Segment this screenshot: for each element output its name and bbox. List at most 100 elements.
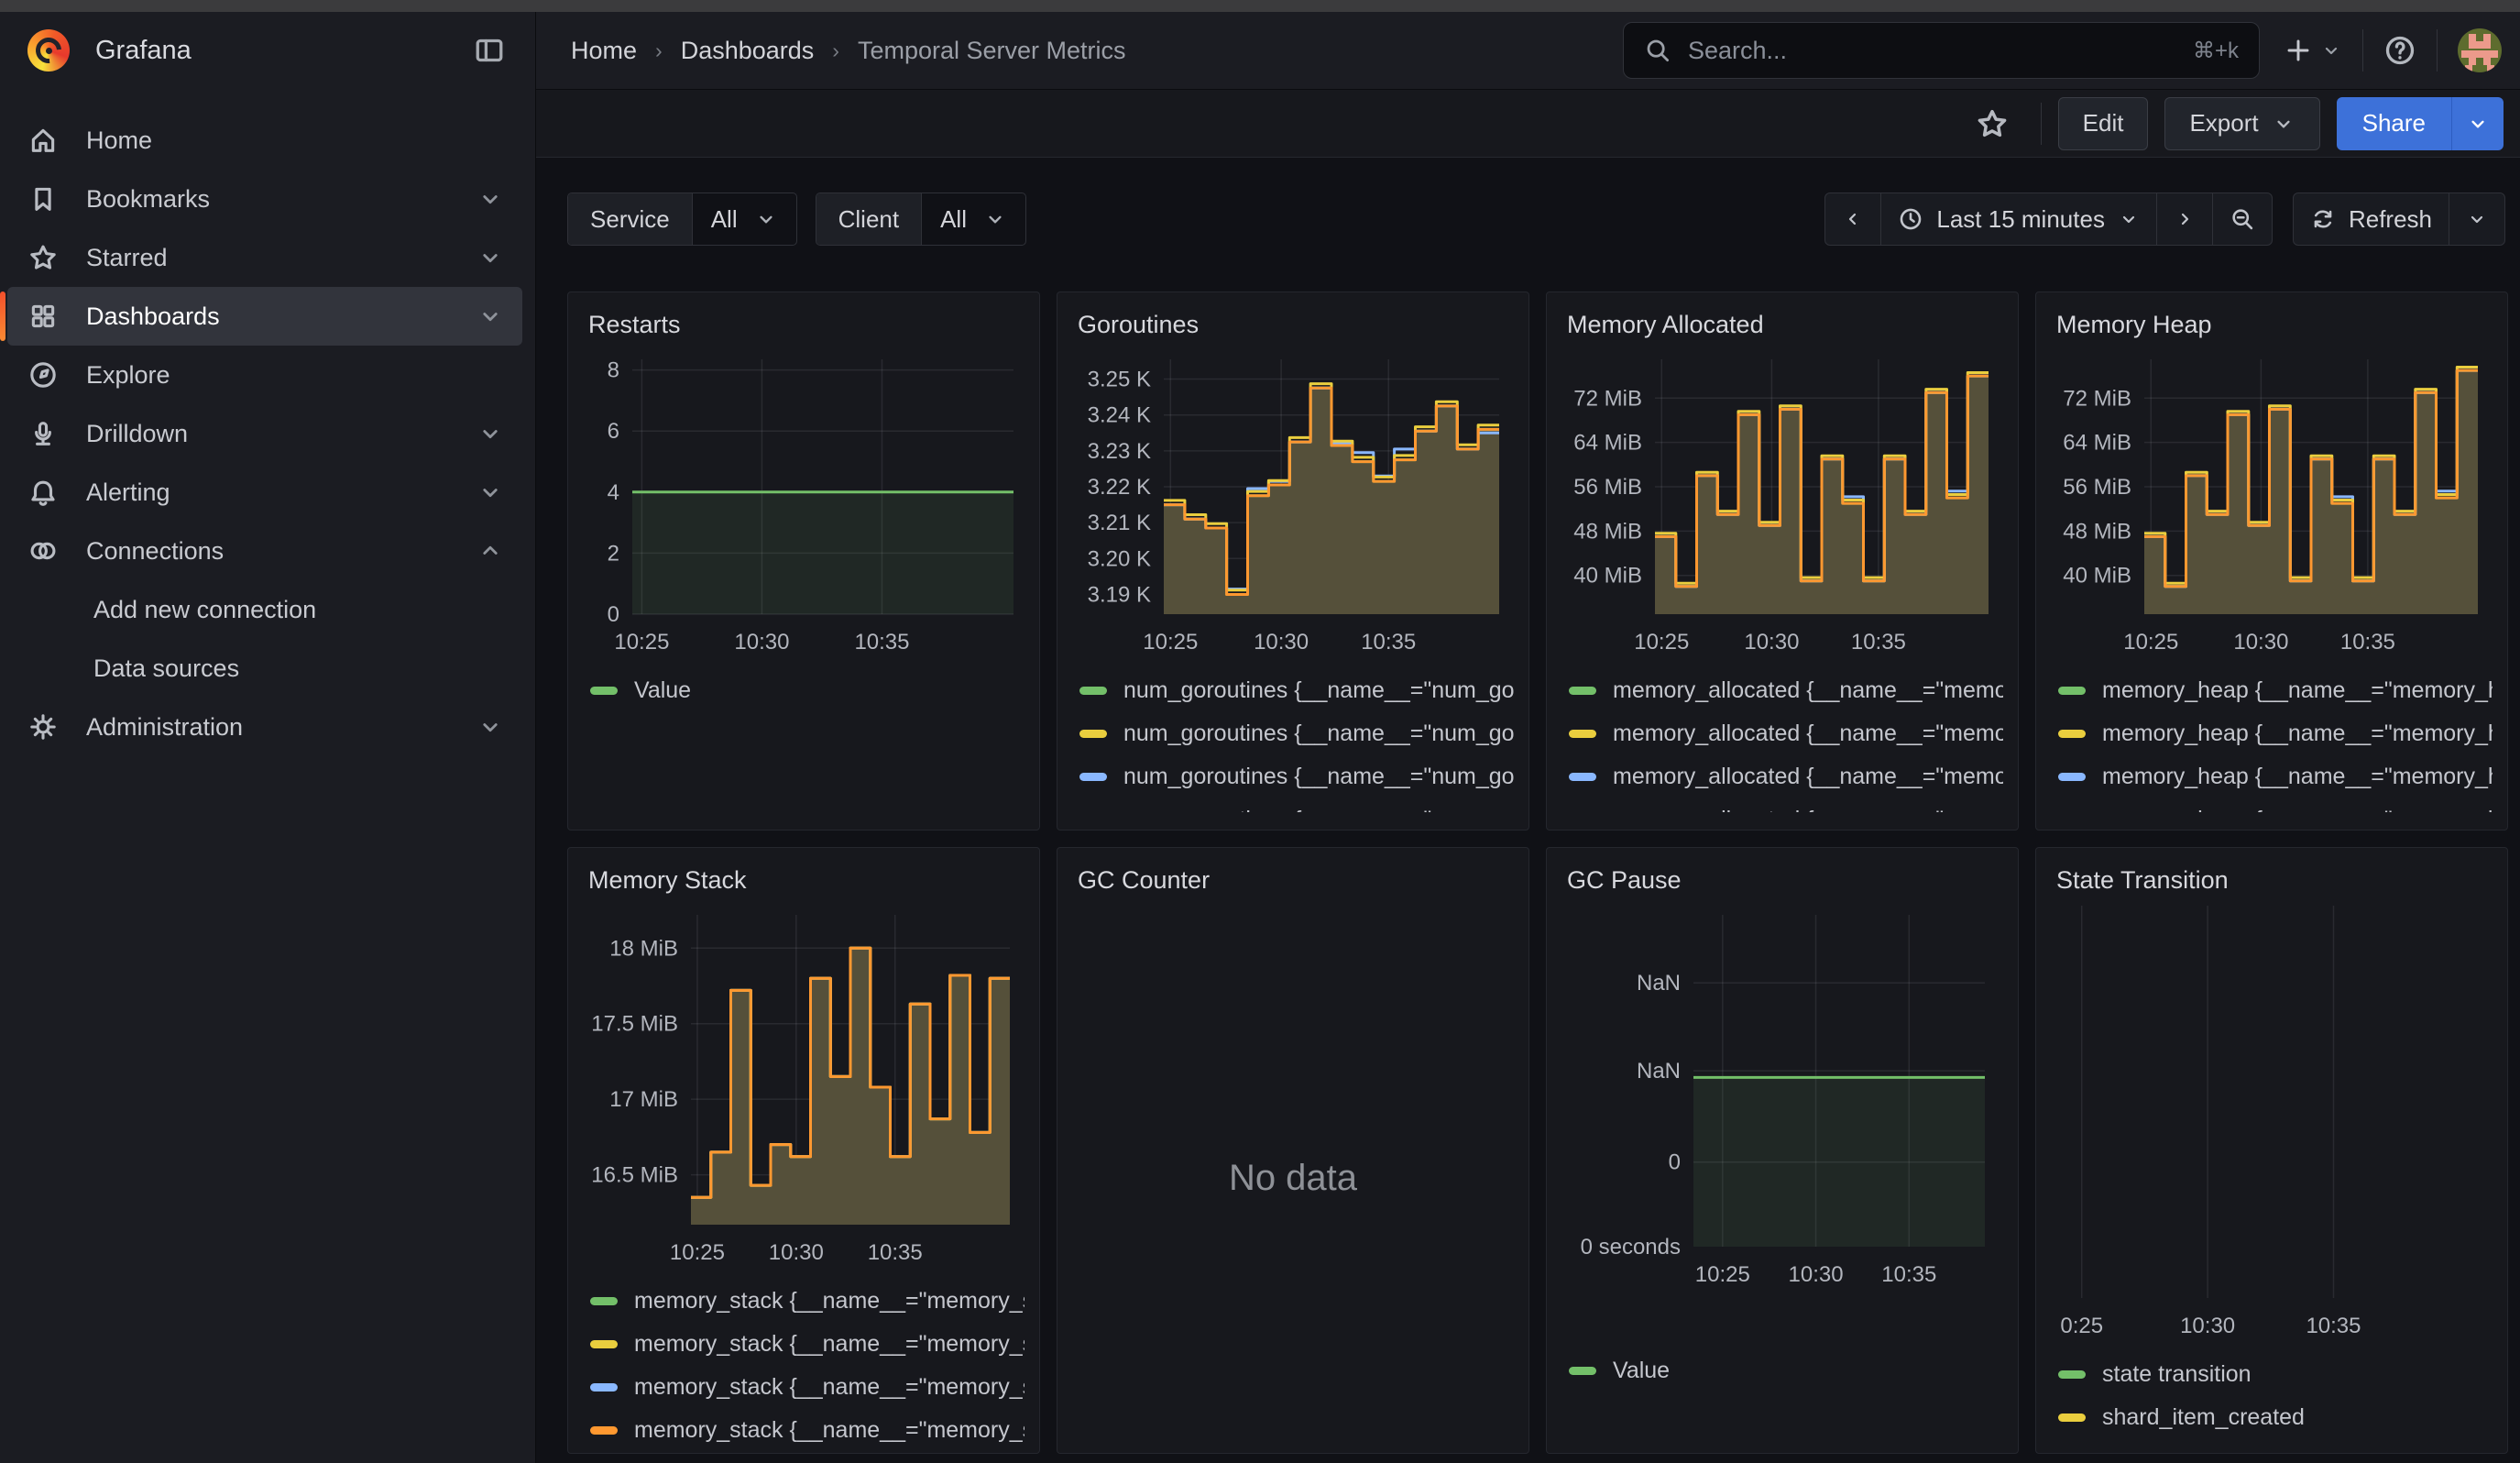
chevron-up-icon[interactable] xyxy=(477,537,504,565)
legend-item[interactable]: memory_heap {__name__="memory_h xyxy=(2058,798,2493,812)
divider xyxy=(2437,29,2438,72)
legend-item[interactable]: memory_allocated {__name__="memo xyxy=(1569,669,2003,712)
svg-text:40 MiB: 40 MiB xyxy=(1573,564,1642,588)
share-dropdown-button[interactable] xyxy=(2451,97,2504,150)
legend-item[interactable]: memory_heap {__name__="memory_h xyxy=(2058,669,2493,712)
time-zoom-out-button[interactable] xyxy=(2212,193,2272,245)
user-avatar[interactable] xyxy=(2458,28,2502,72)
svg-text:10:25: 10:25 xyxy=(1634,630,1689,654)
chevron-down-icon xyxy=(2466,208,2488,230)
share-button[interactable]: Share xyxy=(2337,97,2451,150)
chevron-left-icon xyxy=(1842,208,1864,230)
svg-text:10:35: 10:35 xyxy=(1361,630,1416,654)
legend-swatch xyxy=(1569,730,1596,738)
svg-text:10:25: 10:25 xyxy=(1695,1262,1750,1287)
sidebar-item-add-new-connection[interactable]: Add new connection xyxy=(0,580,535,639)
breadcrumb-current: Temporal Server Metrics xyxy=(858,37,1126,65)
legend-item[interactable]: memory_allocated {__name__="memo xyxy=(1569,798,2003,812)
svg-text:0 seconds: 0 seconds xyxy=(1581,1235,1681,1260)
chevron-down-icon xyxy=(2466,112,2490,136)
sidebar-item-administration[interactable]: Administration xyxy=(7,698,522,756)
panel-title[interactable]: GC Counter xyxy=(1072,859,1514,895)
legend-item[interactable]: memory_heap {__name__="memory_h xyxy=(2058,712,2493,755)
panel-title[interactable]: GC Pause xyxy=(1561,859,2003,895)
export-button[interactable]: Export xyxy=(2164,97,2319,150)
panel-title[interactable]: Memory Stack xyxy=(583,859,1024,895)
refresh-interval-button[interactable] xyxy=(2449,193,2504,245)
favorite-star-icon[interactable] xyxy=(1975,106,2010,141)
svg-text:10:35: 10:35 xyxy=(1851,630,1906,654)
refresh-button[interactable]: Refresh xyxy=(2294,193,2449,245)
panel-title[interactable]: Memory Allocated xyxy=(1561,303,2003,339)
edit-button-label: Edit xyxy=(2083,109,2124,138)
legend: Value xyxy=(583,669,1024,712)
search-box[interactable]: ⌘+k xyxy=(1623,22,2260,79)
legend-item[interactable]: num_goroutines {__name__="num_go xyxy=(1079,798,1514,812)
legend-item[interactable]: num_goroutines {__name__="num_go xyxy=(1079,712,1514,755)
svg-text:3.20 K: 3.20 K xyxy=(1088,546,1151,571)
sidebar-item-data-sources[interactable]: Data sources xyxy=(0,639,535,698)
sidebar-item-dashboards[interactable]: Dashboards xyxy=(7,287,522,346)
export-button-label: Export xyxy=(2189,109,2258,138)
sidebar-collapse-icon[interactable] xyxy=(471,32,508,69)
legend-item[interactable]: memory_stack {__name__="memory_s xyxy=(590,1280,1024,1323)
sidebar-item-bookmarks[interactable]: Bookmarks xyxy=(7,170,522,228)
panel-title[interactable]: Goroutines xyxy=(1072,303,1514,339)
panel-restarts: Restarts 0246810:2510:3010:35 Value xyxy=(567,292,1040,830)
sidebar-subitem-label: Data sources xyxy=(93,654,239,683)
legend-item[interactable]: state transition xyxy=(2058,1353,2493,1396)
legend-swatch xyxy=(2058,773,2086,781)
legend-item[interactable]: memory_stack {__name__="memory_s xyxy=(590,1323,1024,1366)
sidebar-item-drilldown[interactable]: Drilldown xyxy=(7,404,522,463)
legend-label: state transition xyxy=(2102,1361,2252,1388)
sidebar-brand: Grafana xyxy=(0,12,535,89)
breadcrumb-dashboards[interactable]: Dashboards xyxy=(681,37,815,65)
client-variable-select[interactable]: All xyxy=(922,193,1025,245)
legend-item[interactable]: Value xyxy=(590,669,1024,712)
svg-text:4: 4 xyxy=(608,480,619,505)
sidebar-item-explore[interactable]: Explore xyxy=(7,346,522,404)
legend-item[interactable]: memory_allocated {__name__="memo xyxy=(1569,712,2003,755)
svg-text:10:30: 10:30 xyxy=(1744,630,1799,654)
chevron-down-icon[interactable] xyxy=(477,713,504,741)
sidebar-item-starred[interactable]: Starred xyxy=(7,228,522,287)
legend-item[interactable]: num_goroutines {__name__="num_go xyxy=(1079,755,1514,798)
chevron-down-icon xyxy=(2320,39,2342,61)
legend-item[interactable]: memory_heap {__name__="memory_h xyxy=(2058,755,2493,798)
legend-item[interactable]: Value xyxy=(1569,1349,2003,1392)
panel-title[interactable]: Restarts xyxy=(583,303,1024,339)
sidebar-item-connections[interactable]: Connections xyxy=(7,522,522,580)
time-range-button[interactable]: Last 15 minutes xyxy=(1880,193,2156,245)
search-input[interactable] xyxy=(1686,36,2178,66)
legend-item[interactable]: memory_allocated {__name__="memo xyxy=(1569,755,2003,798)
new-button[interactable] xyxy=(2284,36,2342,65)
sidebar-item-home[interactable]: Home xyxy=(7,111,522,170)
legend-item[interactable]: memory_stack {__name__="memory_s xyxy=(590,1366,1024,1409)
svg-text:10:35: 10:35 xyxy=(1881,1262,1936,1287)
legend-label: num_goroutines {__name__="num_go xyxy=(1123,677,1514,704)
chevron-down-icon[interactable] xyxy=(477,185,504,213)
panel-title[interactable]: Memory Heap xyxy=(2051,303,2493,339)
chevron-down-icon[interactable] xyxy=(477,478,504,506)
legend-item[interactable]: shard_item_created xyxy=(2058,1396,2493,1439)
chevron-down-icon[interactable] xyxy=(477,420,504,447)
legend-item[interactable]: num_goroutines {__name__="num_go xyxy=(1079,669,1514,712)
dashboards-grid-icon xyxy=(27,301,59,332)
legend-label: memory_stack {__name__="memory_s xyxy=(634,1288,1024,1314)
time-range-picker: Last 15 minutes xyxy=(1824,192,2273,246)
edit-button[interactable]: Edit xyxy=(2058,97,2149,150)
gc-pause-chart: NaNNaN00 seconds10:2510:3010:35 xyxy=(1561,906,2003,1291)
breadcrumb-home[interactable]: Home xyxy=(571,37,637,65)
chevron-down-icon[interactable] xyxy=(477,244,504,271)
os-window-strip xyxy=(0,0,2520,12)
service-variable-select[interactable]: All xyxy=(693,193,796,245)
panel-title[interactable]: State Transition xyxy=(2051,859,2493,895)
time-shift-back-button[interactable] xyxy=(1825,193,1880,245)
legend-swatch xyxy=(590,1340,618,1348)
help-icon[interactable] xyxy=(2383,34,2416,67)
panel-gc-counter: GC Counter No data xyxy=(1057,847,1529,1454)
legend-item[interactable]: memory_stack {__name__="memory_s xyxy=(590,1409,1024,1452)
time-shift-forward-button[interactable] xyxy=(2156,193,2212,245)
sidebar-item-alerting[interactable]: Alerting xyxy=(7,463,522,522)
chevron-down-icon[interactable] xyxy=(477,302,504,330)
